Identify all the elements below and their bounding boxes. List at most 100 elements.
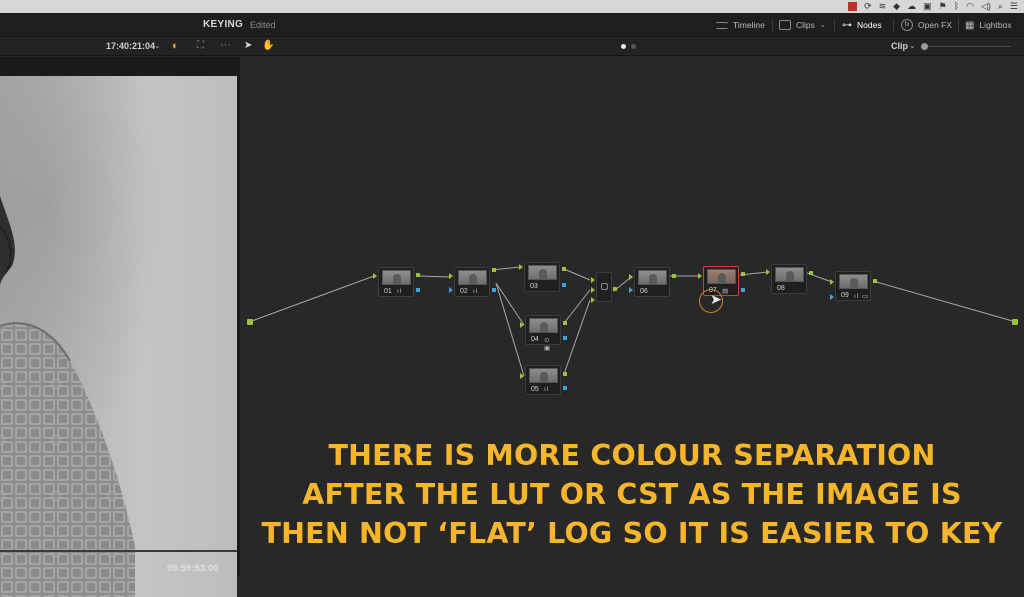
node-key-input-port[interactable] xyxy=(830,294,834,300)
node-06[interactable]: 06 xyxy=(634,267,670,297)
pointer-tool-icon[interactable]: ➤ xyxy=(244,40,252,51)
nodes-label: Nodes xyxy=(857,20,882,30)
color-page-toolbar: KEYING Edited Timeline Clips ⌄ ⊶ Nodes f… xyxy=(0,13,1024,37)
node-04[interactable]: 04 ⊙ ▣ xyxy=(525,315,561,352)
gallery-wipe-icon[interactable]: ◐ xyxy=(172,40,179,52)
project-title: KEYING xyxy=(203,19,244,30)
node-thumbnail xyxy=(638,270,667,285)
toolbar-divider xyxy=(834,19,835,31)
search-icon[interactable]: ⌕ xyxy=(998,1,1003,12)
node-key-input-port[interactable] xyxy=(449,287,453,293)
menubar-status-icons: ⟳ ≋ ◆ ☁ ▣ ⚑ ᛒ ◠ ◁) ⌕ ☰ xyxy=(848,1,1018,12)
node-key-output-port[interactable] xyxy=(562,283,566,287)
node-thumbnail xyxy=(529,368,558,383)
node-status-icons: ▤ xyxy=(722,288,730,295)
toolbar-divider xyxy=(893,19,894,31)
wifi-icon[interactable]: ◠ xyxy=(966,1,974,12)
node-label: 03 xyxy=(530,283,538,290)
volume-icon[interactable]: ◁) xyxy=(981,1,991,12)
node-output-port[interactable] xyxy=(809,271,813,275)
mode-chevron-down-icon[interactable]: ⌄ xyxy=(909,41,916,50)
node-input-port[interactable] xyxy=(520,373,524,379)
node-key-output-port[interactable] xyxy=(563,336,567,340)
mixer-input-port[interactable] xyxy=(591,287,595,293)
wifi-arrows-icon[interactable]: ≋ xyxy=(879,1,887,12)
box-icon[interactable]: ▣ xyxy=(923,1,932,12)
node-key-output-port[interactable] xyxy=(563,386,567,390)
viewer-frame[interactable] xyxy=(0,76,237,597)
node-output-port[interactable] xyxy=(563,372,567,376)
node-zoom-slider[interactable] xyxy=(921,43,1011,50)
node-input-port[interactable] xyxy=(629,274,633,280)
timeline-icon xyxy=(716,21,728,29)
node-02[interactable]: 02 ıl xyxy=(454,267,490,297)
mixer-input-port[interactable] xyxy=(591,277,595,283)
more-options-icon[interactable]: ··· xyxy=(220,39,231,51)
caption-line-1: THERE IS MORE COLOUR SEPARATION xyxy=(328,439,936,472)
node-input-port[interactable] xyxy=(766,269,770,275)
node-status-icons: ıl ▭ xyxy=(854,293,870,300)
node-output-port[interactable] xyxy=(416,273,420,277)
node-input-port[interactable] xyxy=(520,322,524,328)
output-port[interactable] xyxy=(1012,319,1018,325)
node-input-port[interactable] xyxy=(449,273,453,279)
node-key-output-port[interactable] xyxy=(741,288,745,292)
mixer-output-port[interactable] xyxy=(613,287,617,291)
node-output-port[interactable] xyxy=(741,272,745,276)
caption-line-3: THEN NOT ‘FLAT’ LOG SO IT IS EASIER TO K… xyxy=(261,517,1003,550)
parallel-mixer-node[interactable] xyxy=(596,272,612,302)
node-input-port[interactable] xyxy=(519,264,523,270)
bluetooth-icon[interactable]: ᛒ xyxy=(954,1,959,12)
page-dot[interactable] xyxy=(631,44,636,49)
node-label: 09 xyxy=(841,292,849,299)
node-output-port[interactable] xyxy=(492,268,496,272)
node-03[interactable]: 03 xyxy=(524,262,560,292)
chevron-down-icon: ⌄ xyxy=(819,22,826,29)
lightbox-grid-icon: ▦ xyxy=(965,19,975,31)
mixer-input-port[interactable] xyxy=(591,297,595,303)
page-dot[interactable] xyxy=(621,44,626,49)
nodes-toggle-button[interactable]: ⊶ Nodes xyxy=(842,18,882,32)
viewer-timecode: 17:40:21:04 xyxy=(106,41,156,51)
node-08[interactable]: 08 xyxy=(771,264,807,294)
hand-tool-icon[interactable]: ✋ xyxy=(262,40,274,51)
node-input-port[interactable] xyxy=(698,273,702,279)
timeline-toggle-button[interactable]: Timeline xyxy=(716,18,765,32)
timecode-chevron-down-icon[interactable]: ⌄ xyxy=(154,41,161,50)
node-thumbnail xyxy=(382,270,411,285)
flag-icon[interactable]: ⚑ xyxy=(939,1,947,12)
fullscreen-icon[interactable]: ⛶ xyxy=(197,40,204,51)
sync-icon[interactable]: ⟳ xyxy=(864,1,872,12)
node-key-input-port[interactable] xyxy=(629,287,633,293)
clips-toggle-button[interactable]: Clips ⌄ xyxy=(779,18,826,32)
node-output-port[interactable] xyxy=(563,321,567,325)
zoom-slider-knob[interactable] xyxy=(921,43,928,50)
subject-image xyxy=(0,76,237,597)
node-input-port[interactable] xyxy=(830,279,834,285)
openfx-toggle-button[interactable]: fx Open FX xyxy=(901,18,952,32)
source-input-port[interactable] xyxy=(247,319,253,325)
node-key-output-port[interactable] xyxy=(492,288,496,292)
menu-list-icon[interactable]: ☰ xyxy=(1010,1,1018,12)
creative-cloud-icon[interactable]: ☁ xyxy=(907,1,916,12)
dropbox-icon[interactable]: ◆ xyxy=(893,1,900,12)
record-icon[interactable] xyxy=(848,2,858,11)
project-status: Edited xyxy=(250,20,276,30)
viewer-scrubber[interactable] xyxy=(0,550,237,552)
node-status-icons: ıl xyxy=(544,386,550,393)
node-output-port[interactable] xyxy=(672,274,676,278)
node-output-port[interactable] xyxy=(562,267,566,271)
lightbox-toggle-button[interactable]: ▦ Lightbox xyxy=(965,18,1012,32)
node-status-icons: ⊙ ▣ xyxy=(544,337,552,352)
node-mode-select[interactable]: Clip xyxy=(891,41,908,51)
node-output-port[interactable] xyxy=(873,279,877,283)
zoom-slider-track xyxy=(927,46,1011,47)
node-01[interactable]: 01 ıl xyxy=(378,267,414,297)
node-key-output-port[interactable] xyxy=(416,288,420,292)
node-09[interactable]: 09 ıl ▭ xyxy=(835,271,871,301)
node-05[interactable]: 05 ıl xyxy=(525,365,561,395)
node-page-indicator xyxy=(621,44,636,49)
node-thumbnail xyxy=(529,318,558,333)
node-input-port[interactable] xyxy=(373,273,377,279)
node-status-icons: ıl xyxy=(473,288,479,295)
